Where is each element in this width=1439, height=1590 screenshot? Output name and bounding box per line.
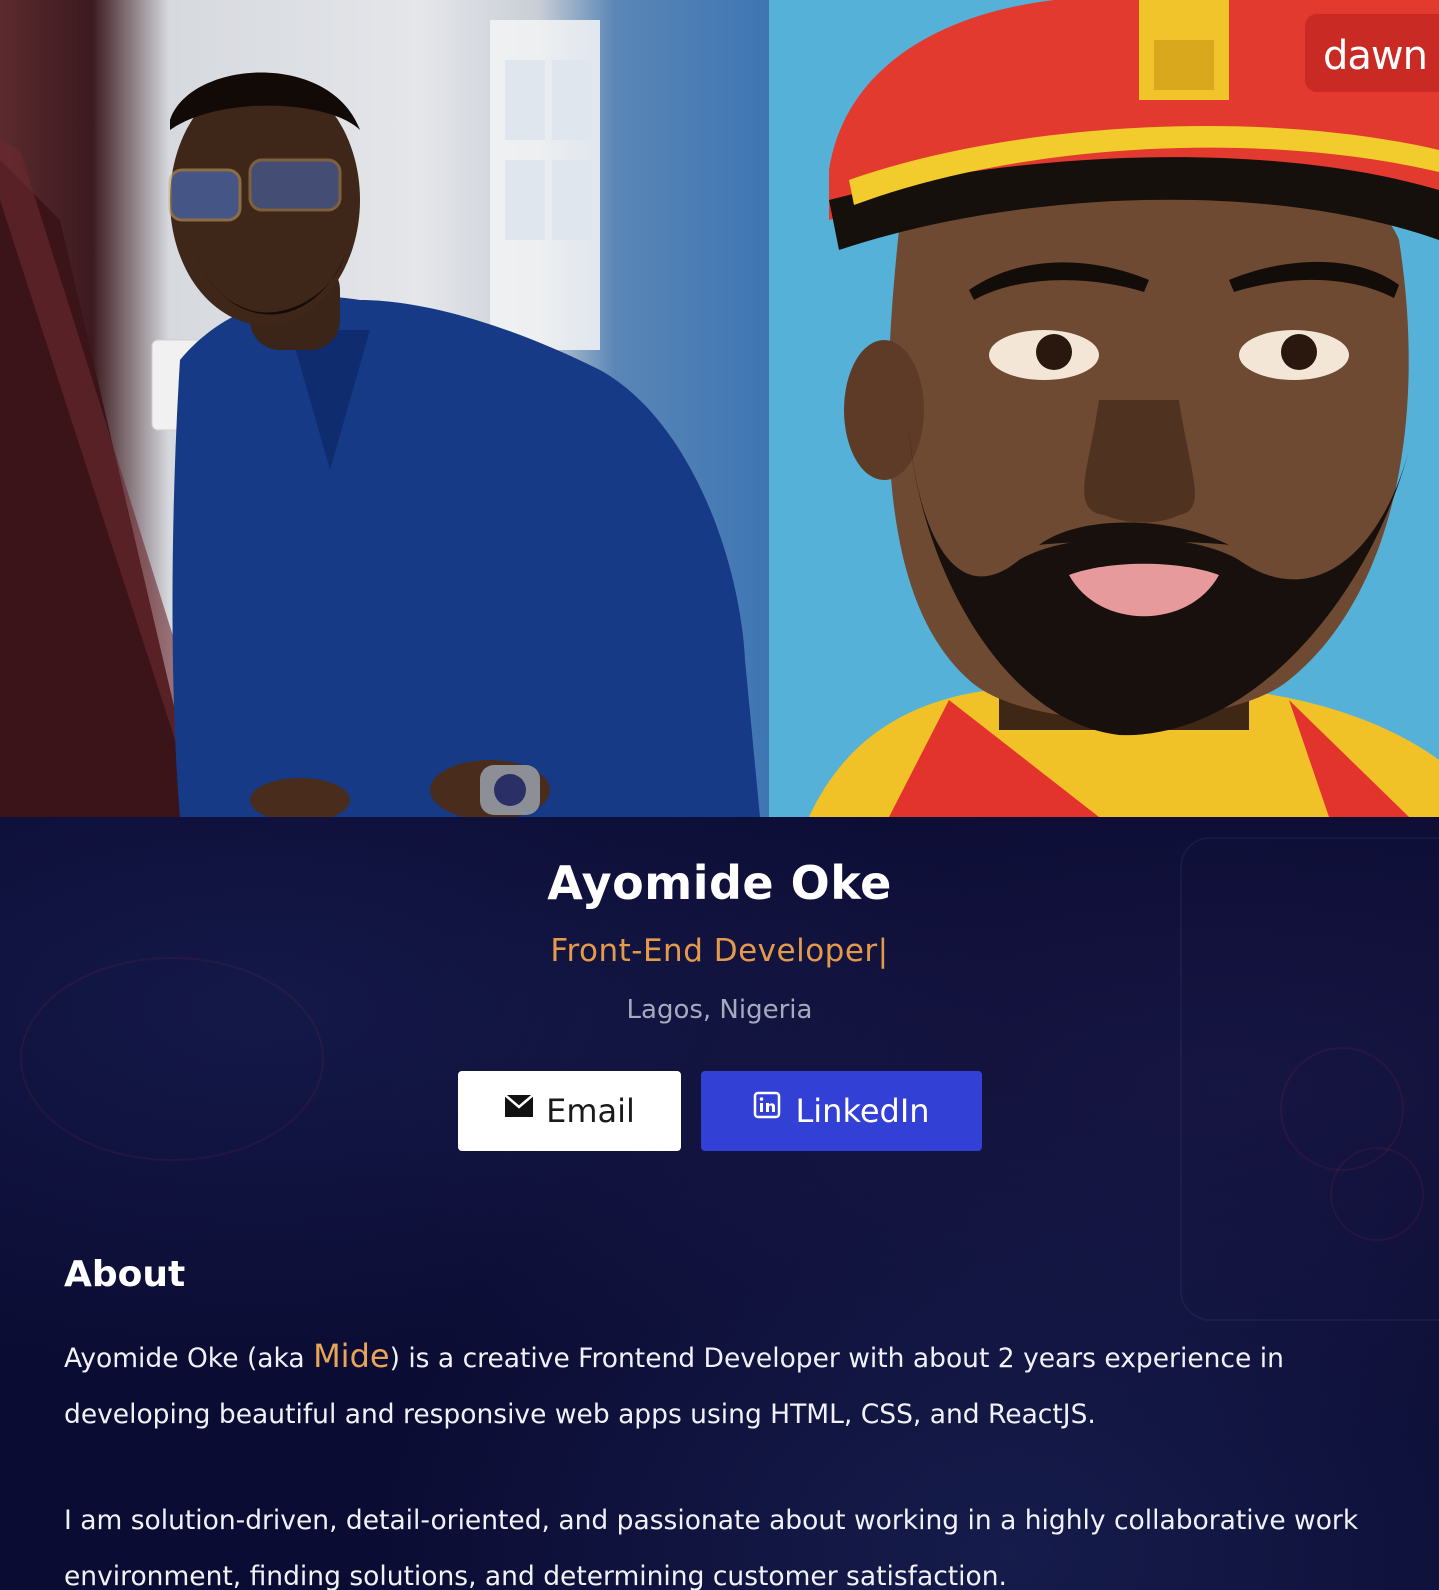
watermark-badge: dawn — [1305, 14, 1439, 92]
about-paragraph-2: I am solution-driven, detail-oriented, a… — [64, 1505, 1359, 1590]
cartoon-portrait-illustration — [809, 0, 1439, 817]
real-photo-illustration — [0, 20, 760, 817]
background-decoration — [20, 957, 324, 1161]
about-paragraph-1: Ayomide Oke (aka Mide) is a creative Fro… — [64, 1328, 1384, 1443]
profile-page: dawn Ayomide Oke Front-End Developer| La… — [0, 0, 1439, 1590]
profile-content: Ayomide Oke Front-End Developer| Lagos, … — [0, 817, 1439, 1590]
profile-role: Front-End Developer| — [550, 933, 889, 969]
about-heading: About — [64, 1254, 186, 1295]
linkedin-button-label: LinkedIn — [795, 1092, 930, 1130]
linkedin-button[interactable]: LinkedIn — [701, 1071, 982, 1151]
about-text-part: Ayomide Oke (aka — [64, 1343, 314, 1374]
hero-banner: dawn — [0, 0, 1439, 817]
email-button-label: Email — [546, 1092, 635, 1130]
profile-location: Lagos, Nigeria — [626, 995, 813, 1025]
hero-photo-illustrated: dawn — [769, 0, 1439, 817]
nickname-highlight: Mide — [313, 1337, 390, 1375]
profile-name: Ayomide Oke — [547, 856, 892, 910]
email-button[interactable]: Email — [458, 1071, 681, 1151]
linkedin-icon — [753, 1091, 783, 1121]
hero-photo-real — [0, 0, 769, 817]
envelope-icon — [504, 1091, 534, 1121]
